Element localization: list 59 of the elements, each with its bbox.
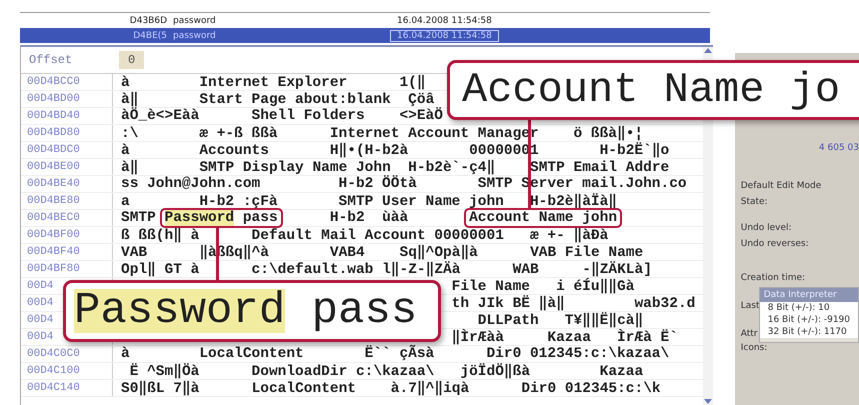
offset-cell: 00D4BE00 [21, 159, 113, 175]
text-line: ‖ÌrÆàà Kazaa ÌrÆà Ë` [452, 330, 678, 346]
result-label: password [172, 30, 217, 40]
scroll-down-icon[interactable] [704, 399, 712, 405]
text-line: à‖ Start Page about:blank Çöâ [121, 92, 434, 108]
text-line: th JIk BË ‖à‖ wab32.d [452, 296, 696, 312]
text-line: à‖ SMTP Display Name John H-b2è`-ç4‖ SMTP Email Addre [121, 160, 670, 176]
text-line: à LocalContent Ë`` çÃsà Dir0 012345:c:\kazaa\ [121, 346, 670, 362]
text-line: à Internet Explorer 1(‖ [121, 74, 426, 90]
offset-cell: 00D4BF40 [21, 244, 113, 260]
info-label: Default Edit Mode [740, 181, 822, 191]
info-label: State: [740, 197, 769, 207]
offset-cell: 00D4BD00 [21, 91, 113, 107]
text-line: a H-b2 :çFà SMTP User Name john H-b2è‖àÏà‖ [121, 194, 618, 210]
column-tab[interactable]: 0 [119, 51, 144, 69]
offset-cell: 00D4BD80 [21, 125, 113, 141]
offset-header: Offset [28, 53, 74, 67]
offset-cell: 00D4BDC0 [21, 142, 113, 158]
offset-cell: 00D4BEC0 [21, 210, 113, 226]
info-label: Creation time: [740, 273, 806, 283]
group-title: Data Interpreter [760, 288, 858, 302]
offset-cell: 00D4BE40 [21, 176, 113, 192]
info-label: Undo reverses: [740, 239, 810, 249]
highlight-frame: Account Name john [464, 208, 622, 228]
result-id: D4BE(5 [132, 30, 168, 40]
text-line: Ë ^Sm‖Öà DownloadDir c:\kazaa\ jöÏdÖ‖ßà Kazaa [130, 364, 644, 380]
offset-cell: 00D4BF00 [21, 227, 113, 243]
result-id: D43B6D [128, 16, 168, 26]
info-label: Last [740, 301, 759, 311]
offset-cell: 00D4BE80 [21, 193, 113, 209]
offset-cell: 00D4C0C0 [21, 346, 113, 362]
scroll-up-icon[interactable] [704, 47, 712, 53]
highlight-frame: Password pass [160, 208, 283, 228]
file-size-value: 4 605 03 [818, 143, 859, 153]
interpreter-value: 8 Bit (+/-): 10 [760, 302, 858, 314]
result-date: 16.04.2008 11:54:58 [390, 30, 499, 42]
zoom-callout: Password pass [63, 280, 441, 342]
offset-cell: 00D4BD40 [21, 108, 113, 124]
interpreter-value: 16 Bit (+/-): -9190 [760, 314, 858, 326]
text-line: àÖ_è<>Eàà Shell Folders <>EàÖ [121, 108, 443, 124]
text-line: DLLPath T¥‖‖Ë‖cà‖ [478, 312, 644, 328]
text-line: S0‖ßL 7‖à LocalContent à.7‖^‖iqà Dir0 012345:c:\k [121, 380, 661, 396]
text-line: File Name i éÍu‖‖Gà [452, 278, 634, 294]
info-label: Icons: [740, 343, 768, 353]
text-line: Opl‖ GT à c:\default.wab l‖-Z-‖ZÄà WAB -‖ZÄKLà] [121, 262, 652, 278]
offset-cell: 00D4BF80 [21, 261, 113, 277]
result-row[interactable]: D4BE(5 password 16.04.2008 11:54:58 [20, 28, 710, 43]
offset-cell: 00D4C140 [21, 380, 113, 396]
result-label: password [172, 16, 217, 26]
result-date: 16.04.2008 11:54:58 [396, 14, 493, 26]
info-label: Undo level: [740, 223, 793, 233]
text-line: SMTP [121, 210, 157, 226]
info-label: Attr [740, 329, 758, 339]
offset-cell: 00D4C100 [21, 363, 113, 379]
interpreter-value: 32 Bit (+/-): 1170 [760, 326, 858, 338]
zoom-callout: Account Name jo [447, 60, 859, 120]
text-line: ß ßß(h‖ à Default Mail Account 00000001 æ +- ‖àÐà [121, 228, 608, 244]
offset-cell: 00D4BCC0 [21, 74, 113, 90]
text-line: H-b2 ùàà [328, 210, 410, 226]
